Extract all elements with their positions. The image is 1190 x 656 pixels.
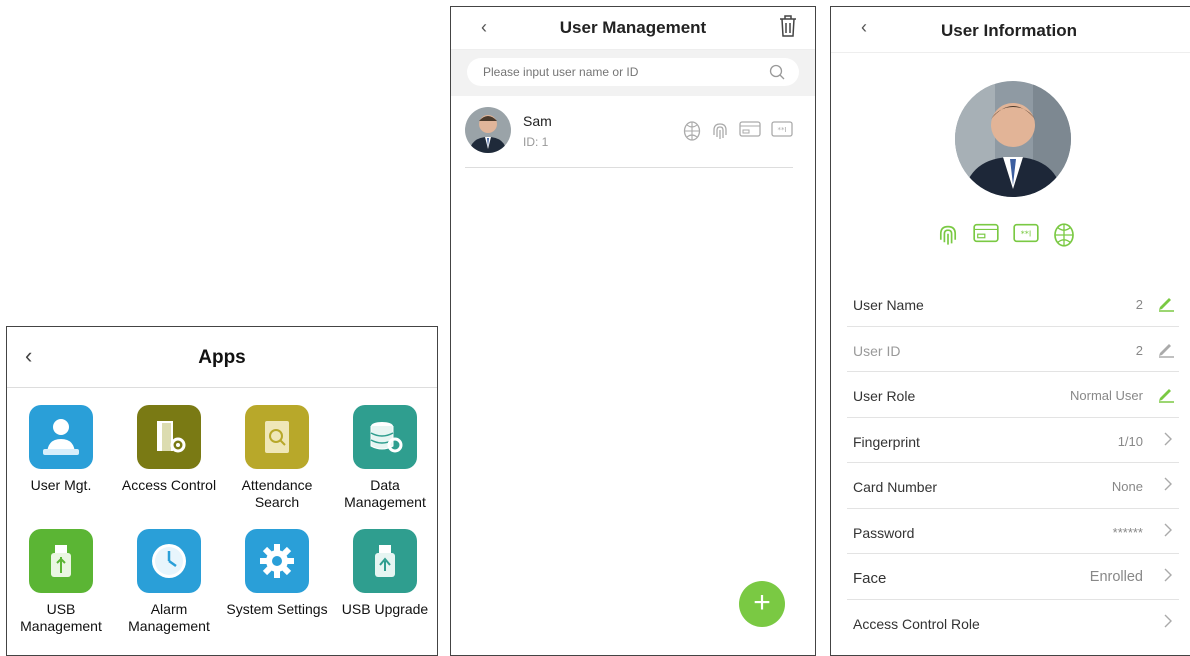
app-usb-upgrade[interactable]: USB Upgrade [331,529,437,618]
app-system-settings[interactable]: System Settings [223,529,331,618]
field-value: Normal User [1070,388,1143,403]
edit-icon[interactable] [1157,385,1175,408]
card-icon [739,121,761,146]
app-alarm-management[interactable]: Alarm Management [115,529,223,635]
user-list-item[interactable]: Sam ID: 1 **I [465,103,793,168]
face-icon [683,121,701,146]
card-icon [973,223,999,252]
avatar [465,107,511,153]
field-label: User Role [853,388,916,404]
page-title: User Information [940,21,1078,40]
page-title: User Management [559,18,707,37]
password-icon: **I [1013,223,1039,252]
field-label: Face [853,570,887,587]
field-value: ****** [1112,524,1143,540]
search-icon[interactable] [769,64,785,85]
app-label: System Settings [226,601,328,617]
search-input[interactable] [481,64,745,80]
apps-panel: ‹ Apps User Mgt. Access Control Attendan… [6,326,438,656]
app-attendance-search[interactable]: Attendance Search [223,405,331,511]
app-user-mgt[interactable]: User Mgt. [7,405,115,494]
user-photo[interactable] [955,81,1071,197]
alarm-management-icon [137,529,201,593]
svg-text:**I: **I [1021,229,1032,239]
apps-header: ‹ Apps [7,327,437,388]
app-label: USB Upgrade [341,601,429,617]
field-access-control-role[interactable]: Access Control Role [847,600,1179,645]
user-name: Sam [523,113,552,129]
chevron-right-icon [1161,431,1175,452]
field-user-role[interactable]: User Role Normal User [847,372,1179,418]
app-data-management[interactable]: Data Management [331,405,437,511]
password-icon: **I [771,121,793,146]
app-usb-management[interactable]: USB Management [7,529,115,635]
face-icon [1053,223,1075,252]
access-control-icon [137,405,201,469]
field-value: 1/10 [1117,433,1143,449]
field-label: Access Control Role [853,615,980,632]
field-fingerprint[interactable]: Fingerprint 1/10 [847,418,1179,463]
chevron-right-icon [1161,567,1175,588]
field-face[interactable]: Face Enrolled [847,554,1179,600]
user-management-panel: ‹ User Management Sam ID: 1 **I + [450,6,816,656]
field-label: User ID [853,342,901,359]
field-label: Fingerprint [853,433,920,450]
field-password[interactable]: Password ****** [847,509,1179,554]
fingerprint-icon [711,121,729,146]
add-user-button[interactable]: + [739,581,785,627]
user-info-fields: User Name 2 User ID 2 User Role Normal U… [847,281,1179,644]
edit-icon[interactable] [1157,294,1175,317]
edit-icon [1157,340,1175,363]
field-value: 2 [1135,297,1143,312]
chevron-right-icon [1161,522,1175,543]
app-label: USB Management [20,601,102,634]
user-management-header: ‹ User Management [451,7,815,50]
field-value: None [1111,479,1143,494]
svg-text:**I: **I [777,126,786,134]
usb-management-icon [29,529,93,593]
search-box [467,58,799,86]
user-information-header: ‹ User Information [831,7,1190,53]
app-label: Data Management [344,477,426,510]
fingerprint-icon [937,223,959,252]
chevron-right-icon [1161,476,1175,497]
app-access-control[interactable]: Access Control [115,405,223,494]
app-label: User Mgt. [30,477,92,493]
field-value: Enrolled [1089,569,1143,585]
app-label: Attendance Search [241,477,313,510]
usb-upgrade-icon [353,529,417,593]
verification-icons: **I [683,121,793,146]
field-label: Password [853,524,915,541]
user-information-panel: ‹ User Information **I User Name 2 User … [830,6,1190,656]
page-title: Apps [198,347,246,368]
field-user-id: User ID 2 [847,327,1179,372]
user-id: ID: 1 [523,135,549,149]
attendance-search-icon [245,405,309,469]
field-label: Card Number [853,479,938,495]
field-label: User Name [853,297,924,313]
trash-icon[interactable] [779,15,797,42]
user-mgt-icon [29,405,93,469]
app-label: Access Control [121,477,217,493]
chevron-right-icon [1161,613,1175,634]
app-label: Alarm Management [128,601,210,634]
field-value: 2 [1135,342,1143,358]
field-user-name[interactable]: User Name 2 [847,281,1179,327]
field-card-number[interactable]: Card Number None [847,463,1179,509]
system-settings-icon [245,529,309,593]
verification-methods: **I [937,223,1075,252]
search-bar [451,50,815,96]
data-management-icon [353,405,417,469]
